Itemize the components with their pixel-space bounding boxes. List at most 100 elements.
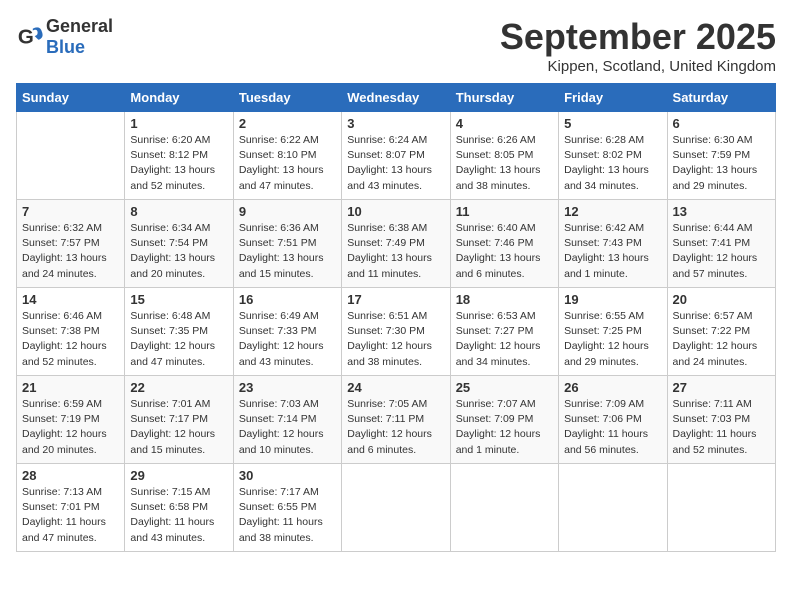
calendar-day-cell: 8Sunrise: 6:34 AMSunset: 7:54 PMDaylight… xyxy=(125,200,233,288)
calendar-day-cell: 22 Sunrise: 7:01 AMSunset: 7:17 PMDayligh… xyxy=(125,376,233,464)
calendar-day-cell: 11Sunrise: 6:40 AMSunset: 7:46 PMDayligh… xyxy=(450,200,558,288)
month-title: September 2025 xyxy=(500,16,776,58)
day-number: 24 xyxy=(347,380,444,395)
day-number: 9 xyxy=(239,204,336,219)
day-number: 23 xyxy=(239,380,336,395)
calendar-day-cell: 13Sunrise: 6:44 AMSunset: 7:41 PMDayligh… xyxy=(667,200,775,288)
day-info: Sunrise: 7:03 AMSunset: 7:14 PMDaylight:… xyxy=(239,397,336,458)
day-number: 5 xyxy=(564,116,661,131)
day-number: 4 xyxy=(456,116,553,131)
logo-blue: Blue xyxy=(46,37,85,57)
day-info: Sunrise: 6:42 AMSunset: 7:43 PMDaylight:… xyxy=(564,221,661,282)
day-info: Sunrise: 6:55 AMSunset: 7:25 PMDaylight:… xyxy=(564,309,661,370)
calendar-day-cell xyxy=(450,464,558,552)
day-info: Sunrise: 6:32 AMSunset: 7:57 PMDaylight:… xyxy=(22,221,119,282)
calendar-day-cell: 24 Sunrise: 7:05 AMSunset: 7:11 PMDayligh… xyxy=(342,376,450,464)
day-info: Sunrise: 6:40 AMSunset: 7:46 PMDaylight:… xyxy=(456,221,553,282)
day-info: Sunrise: 6:59 AMSunset: 7:19 PMDaylight:… xyxy=(22,397,119,458)
day-info: Sunrise: 6:57 AMSunset: 7:22 PMDaylight:… xyxy=(673,309,770,370)
calendar-day-cell: 2 Sunrise: 6:22 AMSunset: 8:10 PMDaylight… xyxy=(233,112,341,200)
title-area: September 2025 Kippen, Scotland, United … xyxy=(500,16,776,75)
calendar-day-cell xyxy=(17,112,125,200)
weekday-header: Friday xyxy=(559,84,667,112)
day-number: 7 xyxy=(22,204,119,219)
day-info: Sunrise: 6:30 AMSunset: 7:59 PMDaylight:… xyxy=(673,133,770,194)
day-number: 28 xyxy=(22,468,119,483)
day-info: Sunrise: 6:26 AMSunset: 8:05 PMDaylight:… xyxy=(456,133,553,194)
day-number: 1 xyxy=(130,116,227,131)
calendar-day-cell: 19 Sunrise: 6:55 AMSunset: 7:25 PMDayligh… xyxy=(559,288,667,376)
day-number: 17 xyxy=(347,292,444,307)
day-info: Sunrise: 7:05 AMSunset: 7:11 PMDaylight:… xyxy=(347,397,444,458)
calendar-day-cell: 28 Sunrise: 7:13 AMSunset: 7:01 PMDayligh… xyxy=(17,464,125,552)
day-number: 19 xyxy=(564,292,661,307)
calendar-week-row: 1 Sunrise: 6:20 AMSunset: 8:12 PMDaylight… xyxy=(17,112,776,200)
logo: G General Blue xyxy=(16,16,113,58)
calendar-day-cell: 10 Sunrise: 6:38 AMSunset: 7:49 PMDayligh… xyxy=(342,200,450,288)
weekday-header: Tuesday xyxy=(233,84,341,112)
day-number: 6 xyxy=(673,116,770,131)
day-number: 2 xyxy=(239,116,336,131)
calendar-week-row: 21 Sunrise: 6:59 AMSunset: 7:19 PMDayligh… xyxy=(17,376,776,464)
day-info: Sunrise: 7:15 AMSunset: 6:58 PMDaylight:… xyxy=(130,485,227,546)
day-info: Sunrise: 7:09 AMSunset: 7:06 PMDaylight:… xyxy=(564,397,661,458)
day-info: Sunrise: 6:53 AMSunset: 7:27 PMDaylight:… xyxy=(456,309,553,370)
logo-icon: G xyxy=(16,23,44,51)
day-number: 12 xyxy=(564,204,661,219)
day-number: 27 xyxy=(673,380,770,395)
day-number: 21 xyxy=(22,380,119,395)
day-info: Sunrise: 6:28 AMSunset: 8:02 PMDaylight:… xyxy=(564,133,661,194)
weekday-header-row: SundayMondayTuesdayWednesdayThursdayFrid… xyxy=(17,84,776,112)
calendar-day-cell: 7 Sunrise: 6:32 AMSunset: 7:57 PMDaylight… xyxy=(17,200,125,288)
day-number: 15 xyxy=(130,292,227,307)
calendar-week-row: 7 Sunrise: 6:32 AMSunset: 7:57 PMDaylight… xyxy=(17,200,776,288)
day-number: 10 xyxy=(347,204,444,219)
calendar-day-cell xyxy=(559,464,667,552)
day-info: Sunrise: 6:38 AMSunset: 7:49 PMDaylight:… xyxy=(347,221,444,282)
calendar-week-row: 14 Sunrise: 6:46 AMSunset: 7:38 PMDayligh… xyxy=(17,288,776,376)
page-header: G General Blue September 2025 Kippen, Sc… xyxy=(16,16,776,75)
calendar-day-cell: 12 Sunrise: 6:42 AMSunset: 7:43 PMDayligh… xyxy=(559,200,667,288)
day-number: 14 xyxy=(22,292,119,307)
location: Kippen, Scotland, United Kingdom xyxy=(500,58,776,75)
calendar-week-row: 28 Sunrise: 7:13 AMSunset: 7:01 PMDayligh… xyxy=(17,464,776,552)
day-info: Sunrise: 7:17 AMSunset: 6:55 PMDaylight:… xyxy=(239,485,336,546)
day-number: 16 xyxy=(239,292,336,307)
day-number: 18 xyxy=(456,292,553,307)
calendar-day-cell: 18 Sunrise: 6:53 AMSunset: 7:27 PMDayligh… xyxy=(450,288,558,376)
day-info: Sunrise: 6:49 AMSunset: 7:33 PMDaylight:… xyxy=(239,309,336,370)
calendar-day-cell: 5 Sunrise: 6:28 AMSunset: 8:02 PMDaylight… xyxy=(559,112,667,200)
calendar-day-cell: 23 Sunrise: 7:03 AMSunset: 7:14 PMDayligh… xyxy=(233,376,341,464)
day-info: Sunrise: 6:46 AMSunset: 7:38 PMDaylight:… xyxy=(22,309,119,370)
day-info: Sunrise: 7:11 AMSunset: 7:03 PMDaylight:… xyxy=(673,397,770,458)
svg-text:G: G xyxy=(18,26,34,49)
day-number: 29 xyxy=(130,468,227,483)
day-info: Sunrise: 7:13 AMSunset: 7:01 PMDaylight:… xyxy=(22,485,119,546)
day-info: Sunrise: 6:20 AMSunset: 8:12 PMDaylight:… xyxy=(130,133,227,194)
calendar-day-cell: 14 Sunrise: 6:46 AMSunset: 7:38 PMDayligh… xyxy=(17,288,125,376)
day-info: Sunrise: 6:51 AMSunset: 7:30 PMDaylight:… xyxy=(347,309,444,370)
day-number: 3 xyxy=(347,116,444,131)
day-number: 13 xyxy=(673,204,770,219)
calendar-day-cell: 15 Sunrise: 6:48 AMSunset: 7:35 PMDayligh… xyxy=(125,288,233,376)
day-number: 8 xyxy=(130,204,227,219)
day-info: Sunrise: 6:22 AMSunset: 8:10 PMDaylight:… xyxy=(239,133,336,194)
day-info: Sunrise: 7:01 AMSunset: 7:17 PMDaylight:… xyxy=(130,397,227,458)
weekday-header: Wednesday xyxy=(342,84,450,112)
weekday-header: Monday xyxy=(125,84,233,112)
day-info: Sunrise: 7:07 AMSunset: 7:09 PMDaylight:… xyxy=(456,397,553,458)
day-number: 22 xyxy=(130,380,227,395)
calendar-day-cell: 27 Sunrise: 7:11 AMSunset: 7:03 PMDayligh… xyxy=(667,376,775,464)
calendar-day-cell: 30Sunrise: 7:17 AMSunset: 6:55 PMDayligh… xyxy=(233,464,341,552)
weekday-header: Sunday xyxy=(17,84,125,112)
day-info: Sunrise: 6:24 AMSunset: 8:07 PMDaylight:… xyxy=(347,133,444,194)
logo-general: General xyxy=(46,16,113,36)
calendar-day-cell: 17 Sunrise: 6:51 AMSunset: 7:30 PMDayligh… xyxy=(342,288,450,376)
day-number: 20 xyxy=(673,292,770,307)
calendar-day-cell: 20 Sunrise: 6:57 AMSunset: 7:22 PMDayligh… xyxy=(667,288,775,376)
calendar-day-cell: 25Sunrise: 7:07 AMSunset: 7:09 PMDayligh… xyxy=(450,376,558,464)
day-info: Sunrise: 6:48 AMSunset: 7:35 PMDaylight:… xyxy=(130,309,227,370)
calendar-day-cell: 9Sunrise: 6:36 AMSunset: 7:51 PMDaylight… xyxy=(233,200,341,288)
day-number: 26 xyxy=(564,380,661,395)
calendar-day-cell: 26 Sunrise: 7:09 AMSunset: 7:06 PMDayligh… xyxy=(559,376,667,464)
